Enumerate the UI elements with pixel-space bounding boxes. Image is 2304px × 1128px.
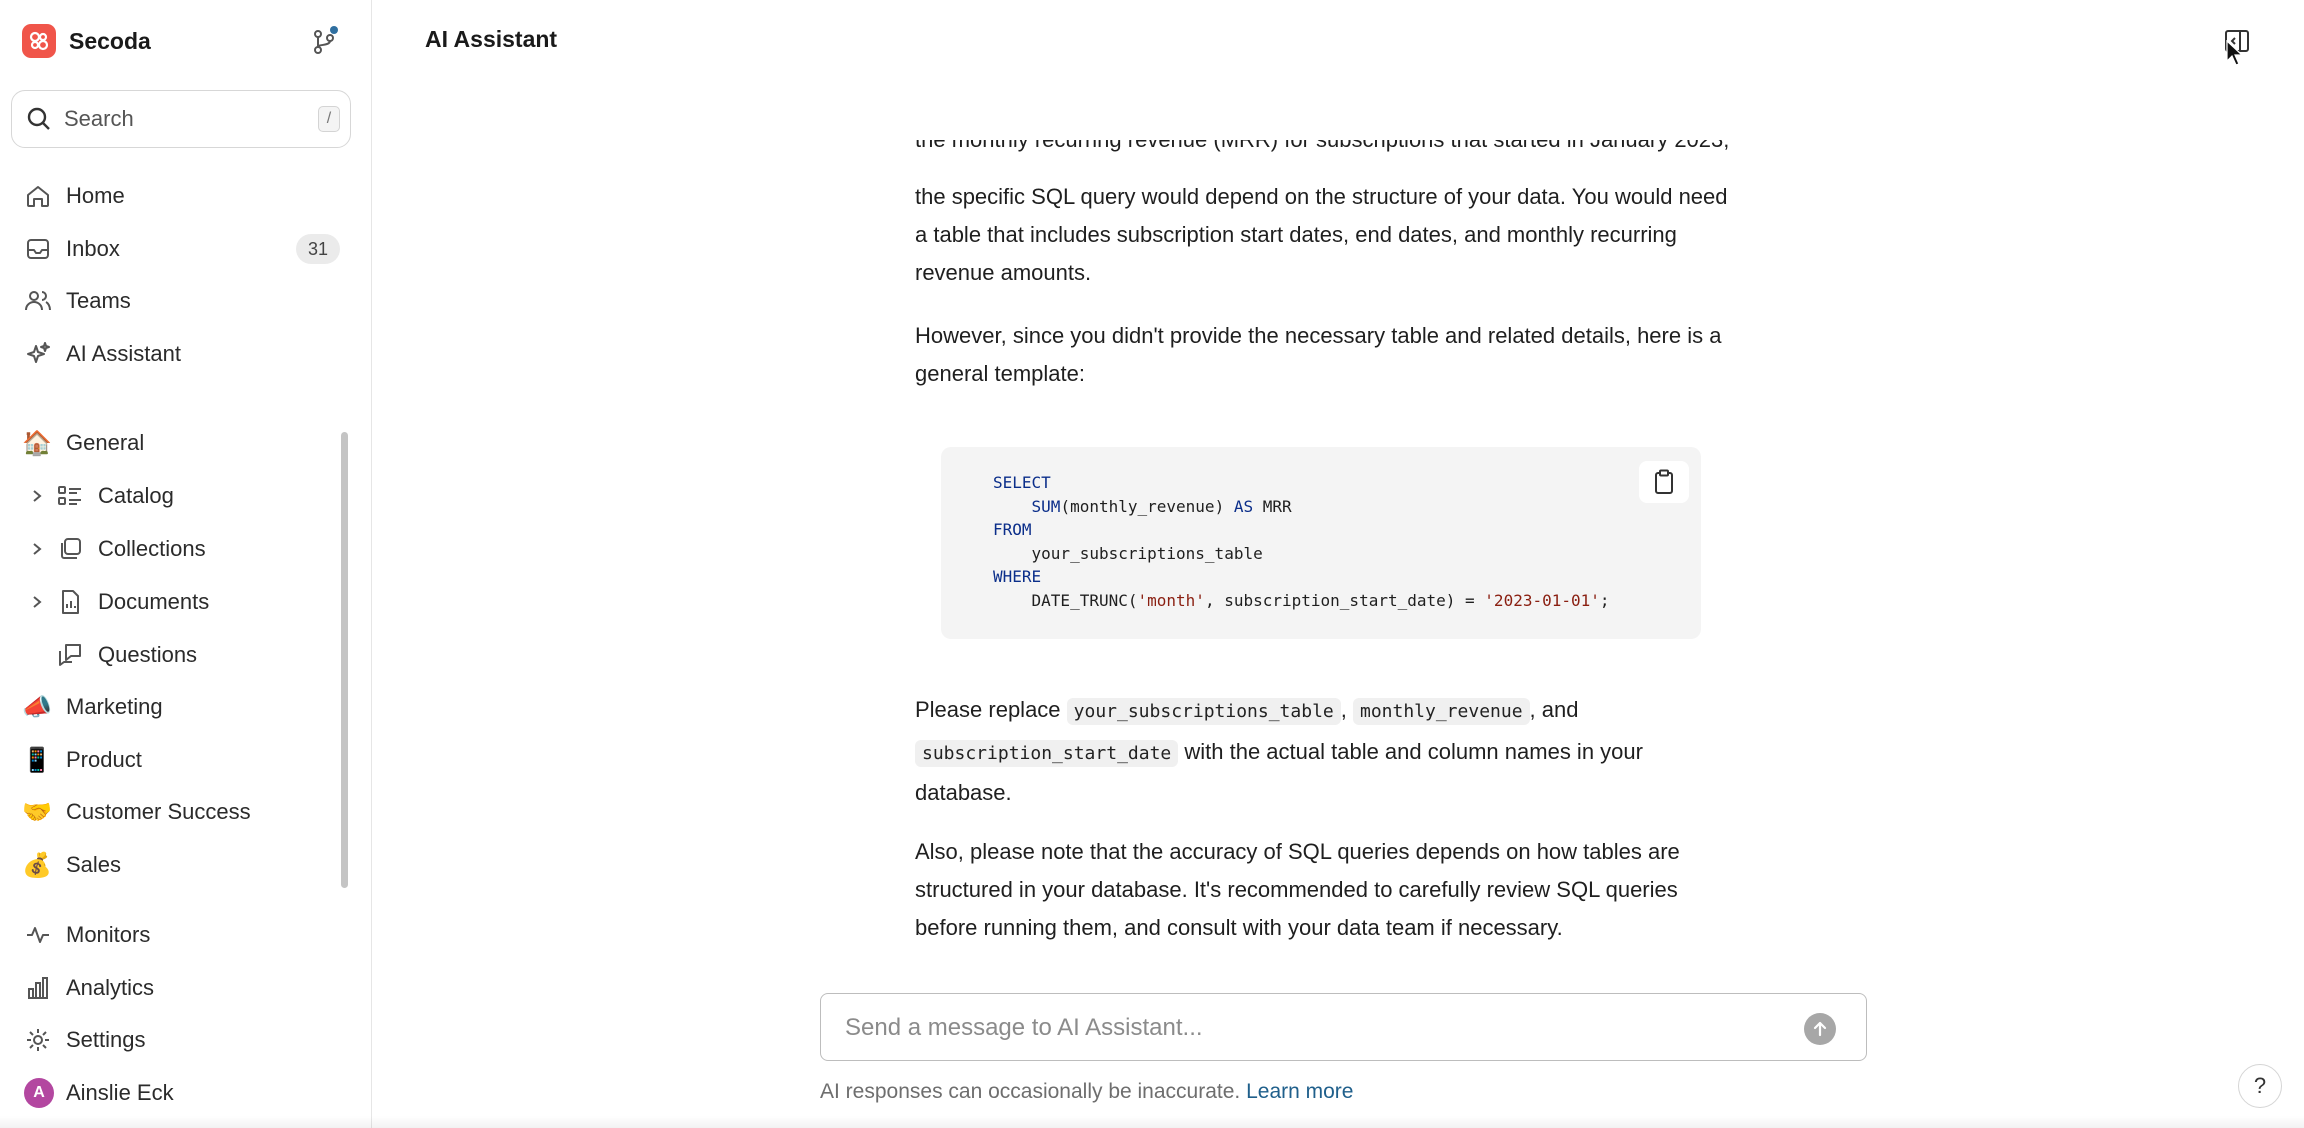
search-shortcut-key: / <box>318 106 340 132</box>
sidebar-item-analytics[interactable]: Analytics <box>0 966 372 1010</box>
sidebar-item-catalog[interactable]: Catalog <box>0 474 372 518</box>
handshake-emoji-icon: 🤝 <box>22 798 52 826</box>
learn-more-link[interactable]: Learn more <box>1246 1080 1353 1103</box>
sidebar-item-monitors[interactable]: Monitors <box>0 913 372 957</box>
question-icon <box>56 641 84 669</box>
sidebar-item-teams[interactable]: Teams <box>0 279 372 323</box>
sidebar-user-profile[interactable]: A Ainslie Eck <box>0 1071 372 1115</box>
gear-icon <box>24 1026 52 1054</box>
chevron-right-icon[interactable] <box>30 595 44 609</box>
branch-button[interactable] <box>307 25 341 59</box>
sidebar-item-collections[interactable]: Collections <box>0 527 372 571</box>
code-block: SELECT SUM(monthly_revenue) AS MRR FROM … <box>941 447 1701 639</box>
inbox-icon <box>24 235 52 263</box>
assistant-message: the specific SQL query would depend on t… <box>915 178 1735 393</box>
sidebar-item-inbox[interactable]: Inbox 31 <box>0 227 372 271</box>
collections-icon <box>56 535 84 563</box>
sidebar-team-product[interactable]: 📱 Product <box>0 738 372 782</box>
inline-code: monthly_revenue <box>1352 698 1530 725</box>
sparkles-icon <box>24 340 52 368</box>
inline-code: your_subscriptions_table <box>1066 698 1341 725</box>
house-emoji-icon: 🏠 <box>22 429 52 457</box>
message-paragraph: the specific SQL query would depend on t… <box>915 184 1728 285</box>
ai-disclaimer: AI responses can occasionally be inaccur… <box>820 1080 1354 1103</box>
clipboard-icon <box>1655 469 1673 494</box>
search-label: Search <box>64 106 134 131</box>
avatar: A <box>24 1078 54 1108</box>
message-paragraph: However, since you didn't provide the ne… <box>915 323 1722 386</box>
message-paragraph-replace: Please replace your_subscriptions_table,… <box>915 697 1643 805</box>
message-input[interactable] <box>843 994 1747 1061</box>
chevron-right-icon[interactable] <box>30 489 44 503</box>
page-title: AI Assistant <box>425 26 558 52</box>
catalog-icon <box>56 482 84 510</box>
sidebar-item-settings[interactable]: Settings <box>0 1018 372 1062</box>
copy-code-button[interactable] <box>1639 461 1689 503</box>
sidebar-item-documents[interactable]: Documents <box>0 580 372 624</box>
bar-chart-icon <box>24 974 52 1002</box>
inbox-count-badge: 31 <box>296 234 340 264</box>
search-button[interactable]: Search / <box>11 90 351 148</box>
sidebar-scrollbar[interactable] <box>341 432 348 888</box>
sidebar-team-marketing[interactable]: 📣 Marketing <box>0 685 372 729</box>
help-button[interactable]: ? <box>2238 1064 2282 1108</box>
chevron-right-icon[interactable] <box>30 542 44 556</box>
sidebar-team-general[interactable]: 🏠 General <box>0 421 372 465</box>
sidebar-team-sales[interactable]: 💰 Sales <box>0 843 372 887</box>
message-composer <box>820 993 1867 1061</box>
bottom-shadow <box>0 1116 2304 1128</box>
document-icon <box>56 588 84 616</box>
megaphone-emoji-icon: 📣 <box>22 693 52 721</box>
workspace-name: Secoda <box>69 27 151 54</box>
arrow-up-icon <box>1813 1021 1827 1037</box>
sidebar-team-customer-success[interactable]: 🤝 Customer Success <box>0 790 372 834</box>
user-name: Ainslie Eck <box>66 1080 174 1105</box>
inline-code: subscription_start_date <box>915 739 1179 767</box>
search-icon <box>27 107 50 130</box>
activity-icon <box>24 921 52 949</box>
mouse-cursor-icon <box>2226 40 2244 66</box>
workspace-switcher[interactable]: Secoda <box>22 24 151 58</box>
money-bag-emoji-icon: 💰 <box>22 851 52 879</box>
users-icon <box>24 287 52 315</box>
sidebar-item-questions[interactable]: Questions <box>0 633 372 677</box>
sidebar: Secoda Search / Home Inbox 31 Teams AI A… <box>0 0 372 1128</box>
home-icon <box>24 182 52 210</box>
message-partial-line: the monthly recurring revenue (MRR) for … <box>915 140 1735 160</box>
sidebar-item-ai-assistant[interactable]: AI Assistant <box>0 332 372 376</box>
secoda-logo-icon <box>22 24 56 58</box>
send-button[interactable] <box>1804 1013 1836 1045</box>
sidebar-item-home[interactable]: Home <box>0 174 372 218</box>
message-paragraph: Also, please note that the accuracy of S… <box>915 839 1680 940</box>
notification-dot <box>330 26 338 34</box>
phone-emoji-icon: 📱 <box>22 746 52 774</box>
